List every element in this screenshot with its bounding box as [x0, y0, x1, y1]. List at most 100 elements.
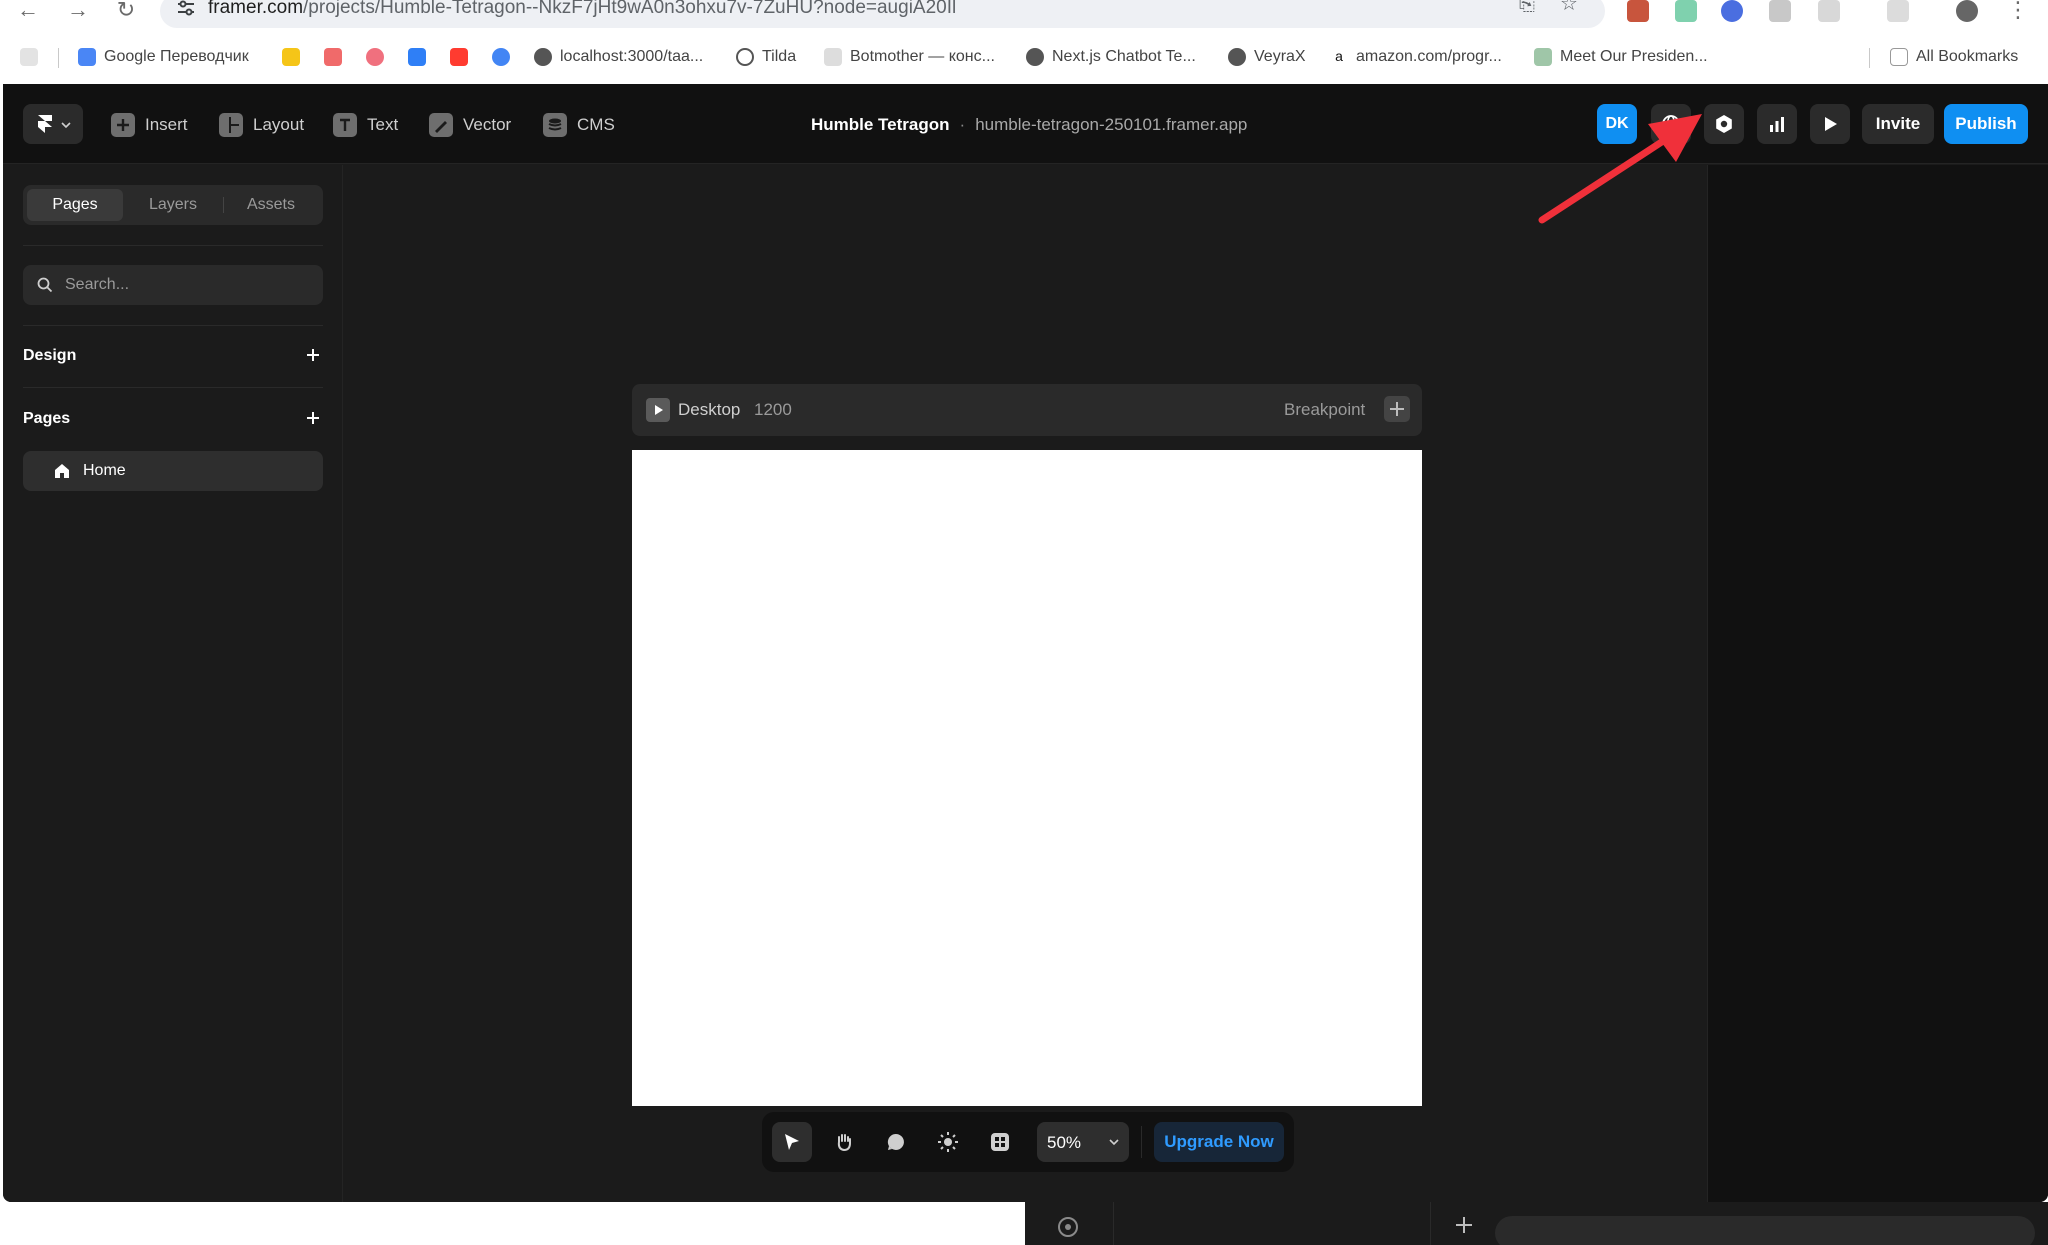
url-text: framer.com/projects/Humble-Tetragon--Nkz…: [208, 0, 956, 19]
chevron-down-icon: [1109, 1139, 1119, 1146]
invite-button[interactable]: Invite: [1862, 104, 1934, 144]
grid-icon: [991, 1133, 1009, 1151]
add-page-plus-icon[interactable]: [305, 410, 321, 426]
breakpoint-header[interactable]: Desktop 1200 Breakpoint: [632, 384, 1422, 436]
layout-label: Layout: [253, 115, 305, 134]
pages-section-title: Pages: [23, 410, 71, 427]
search-input[interactable]: [65, 265, 315, 305]
all-bookmarks[interactable]: All Bookmarks: [1890, 44, 2018, 70]
bookmark-favicon-icon: [1534, 48, 1552, 66]
add-design-plus-icon[interactable]: [305, 347, 321, 363]
apps-grid-icon[interactable]: [20, 44, 38, 70]
comment-icon: [887, 1133, 904, 1150]
address-bar[interactable]: framer.com/projects/Humble-Tetragon--Nkz…: [160, 0, 1605, 28]
tilda-icon: [736, 48, 754, 66]
publish-button[interactable]: Publish: [1944, 104, 2028, 144]
install-app-icon[interactable]: ⎘: [1515, 0, 1539, 16]
bookmark-label: Tilda: [762, 48, 797, 65]
publish-label: Publish: [1955, 114, 2017, 133]
play-icon: [1825, 117, 1837, 131]
extension-icon[interactable]: [1627, 0, 1649, 22]
star-icon[interactable]: ☆: [1557, 0, 1581, 16]
text-label: Text: [367, 115, 399, 134]
extension-icon[interactable]: [1769, 0, 1791, 22]
bookmark-item[interactable]: [450, 44, 468, 70]
project-name: Humble Tetragon: [811, 115, 950, 134]
site-settings-icon[interactable]: [176, 0, 196, 16]
reload-icon[interactable]: ↻: [112, 0, 140, 22]
bookmark-item[interactable]: [366, 44, 384, 70]
hand-tool[interactable]: [824, 1122, 864, 1162]
layout-tool[interactable]: Layout: [219, 112, 304, 138]
zoom-dropdown[interactable]: 50%: [1037, 1122, 1129, 1162]
search-icon: [37, 277, 53, 293]
bookmark-item[interactable]: [282, 44, 300, 70]
breakpoint-label: Breakpoint: [1284, 400, 1366, 419]
cms-tool[interactable]: CMS: [543, 112, 615, 138]
comment-tool[interactable]: [876, 1122, 916, 1162]
frame-width: 1200: [754, 400, 792, 419]
extensions-puzzle-icon[interactable]: [1818, 0, 1840, 22]
insert-label: Insert: [145, 115, 188, 134]
bar-chart-icon: [1770, 117, 1784, 132]
bookmark-label: amazon.com/progr...: [1356, 48, 1502, 65]
asterisk-icon: [1026, 48, 1044, 66]
framer-menu-button[interactable]: [23, 104, 83, 144]
bookmark-divider: [58, 48, 59, 68]
select-tool[interactable]: [772, 1122, 812, 1162]
bookmark-item[interactable]: [324, 44, 342, 70]
search-box[interactable]: [23, 265, 323, 305]
zoom-level: 50%: [1047, 1133, 1082, 1152]
forward-icon[interactable]: →: [64, 0, 92, 22]
tab-layers[interactable]: Layers: [125, 189, 221, 221]
tab-pages[interactable]: Pages: [27, 189, 123, 221]
grid-tool[interactable]: [980, 1122, 1020, 1162]
analytics-button[interactable]: [1757, 104, 1797, 144]
bookmark-item[interactable]: Tilda: [736, 44, 796, 70]
extension-icon[interactable]: [1675, 0, 1697, 22]
window-divider: [1430, 1202, 1431, 1245]
panel-divider: [23, 325, 323, 326]
project-title[interactable]: Humble Tetragon · humble-tetragon-250101…: [811, 112, 1247, 138]
layout-icon: [219, 113, 243, 137]
bookmark-item[interactable]: VeyraX: [1228, 44, 1306, 70]
back-icon[interactable]: ←: [14, 0, 42, 22]
bookmark-label: Next.js Chatbot Te...: [1052, 48, 1196, 65]
folder-icon: [1890, 48, 1908, 66]
bookmark-favicon-icon: [324, 48, 342, 66]
page-item-home[interactable]: Home: [23, 451, 323, 491]
extension-icon[interactable]: [1721, 0, 1743, 22]
cms-label: CMS: [577, 115, 615, 134]
bookmark-item[interactable]: a amazon.com/progr...: [1330, 44, 1502, 70]
bookmark-favicon-icon: [282, 48, 300, 66]
add-breakpoint-plus-icon[interactable]: [1384, 396, 1410, 422]
bookmark-item[interactable]: Next.js Chatbot Te...: [1026, 44, 1196, 70]
bookmark-item[interactable]: localhost:3000/taa...: [534, 44, 703, 70]
panel-divider: [23, 387, 323, 388]
bookmarks-bar: Google Переводчик localhost:3000/taa... …: [0, 44, 2048, 70]
desktop-frame[interactable]: [632, 450, 1422, 1106]
preview-button[interactable]: [1810, 104, 1850, 144]
tab-label: Assets: [246, 196, 295, 213]
bookmark-item[interactable]: [492, 44, 510, 70]
theme-toggle[interactable]: [928, 1122, 968, 1162]
page-label: Home: [83, 462, 126, 479]
preview-frame-play-icon[interactable]: [646, 398, 670, 422]
bookmark-item[interactable]: Google Переводчик: [78, 44, 249, 70]
text-tool[interactable]: Text: [333, 112, 398, 138]
bookmark-item[interactable]: Botmother — конс...: [824, 44, 995, 70]
home-icon: [55, 464, 69, 478]
upgrade-now-button[interactable]: Upgrade Now: [1154, 1122, 1284, 1162]
profile-avatar[interactable]: [1956, 0, 1978, 22]
bookmark-item[interactable]: [408, 44, 426, 70]
sun-icon: [938, 1132, 958, 1152]
vector-tool[interactable]: Vector: [429, 112, 511, 138]
search-tabs-icon[interactable]: [1887, 0, 1909, 22]
vk-icon: [408, 48, 426, 66]
bookmark-item[interactable]: Meet Our Presiden...: [1534, 44, 1708, 70]
browser-menu-icon[interactable]: ⋮: [2004, 0, 2032, 22]
youtube-icon: [450, 48, 468, 66]
botmother-icon: [824, 48, 842, 66]
insert-tool[interactable]: Insert: [111, 112, 188, 138]
tab-assets[interactable]: Assets: [223, 189, 319, 221]
